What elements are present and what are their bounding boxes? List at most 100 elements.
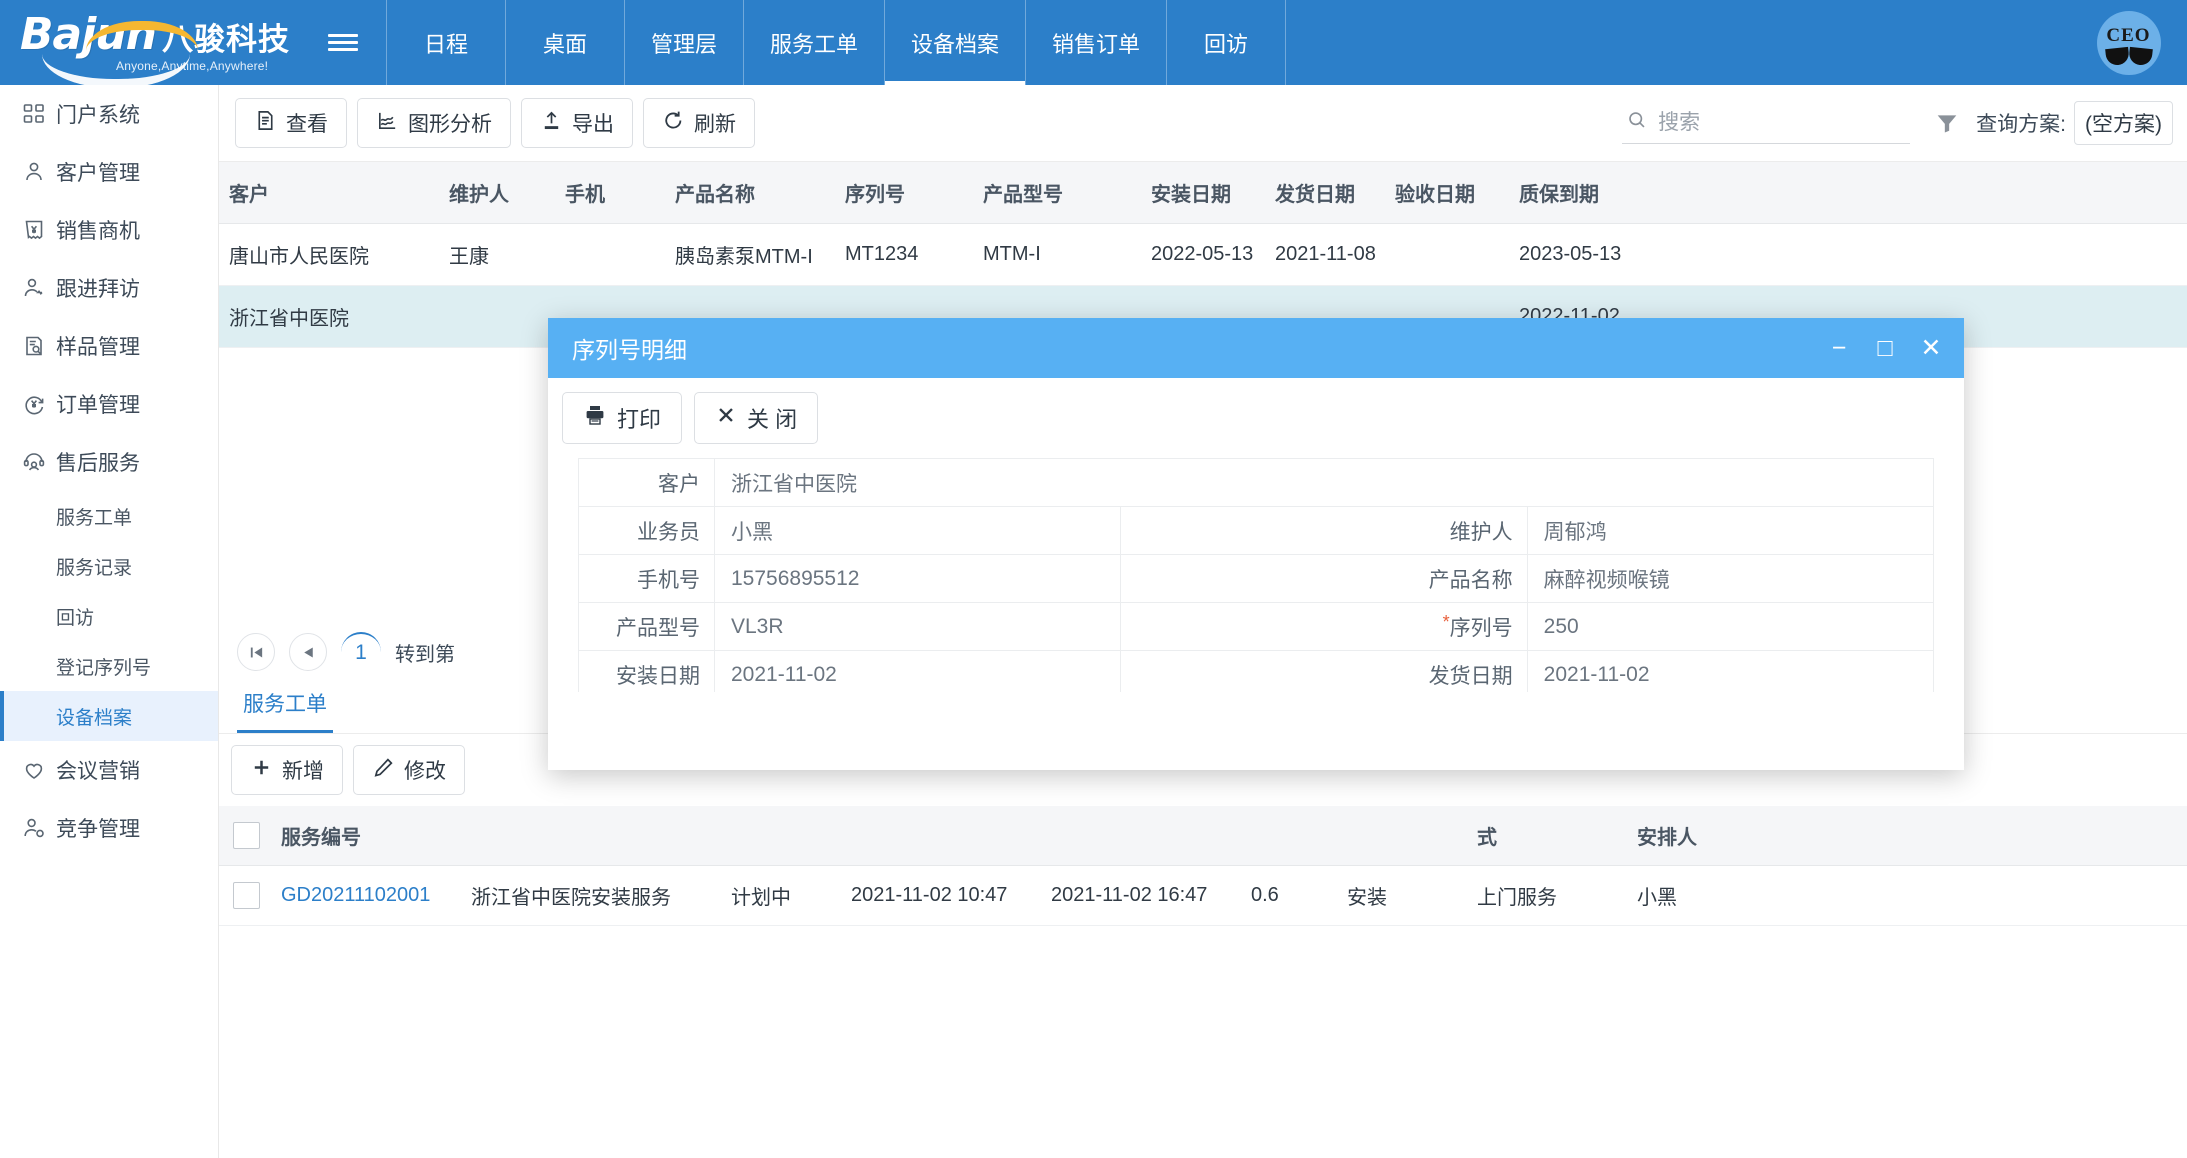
- tab-label: 服务工单: [243, 693, 327, 716]
- sidebar-subitem-equipment-archive[interactable]: 设备档案: [0, 691, 218, 741]
- nav-tab-xiaoshoudingdan[interactable]: 销售订单: [1025, 0, 1166, 85]
- form-row: 产品型号 VL3R *序列号 250: [578, 602, 1935, 651]
- minimize-icon[interactable]: −: [1816, 325, 1862, 371]
- nav-tab-richeng[interactable]: 日程: [386, 0, 505, 85]
- user-follow-icon: [22, 276, 56, 300]
- prev-page-icon[interactable]: [289, 633, 327, 671]
- sidebar-item-label: 跟进拜访: [56, 278, 140, 301]
- nav-tab-guanliceng[interactable]: 管理层: [624, 0, 743, 85]
- maximize-icon[interactable]: □: [1862, 325, 1908, 371]
- select-all-checkbox[interactable]: [232, 822, 260, 849]
- column-header-arranger[interactable]: 安排人: [1629, 821, 1759, 850]
- sidebar-subitem-service-record[interactable]: 服务记录: [0, 541, 218, 591]
- search-box[interactable]: [1622, 102, 1911, 144]
- value-product-model[interactable]: VL3R: [713, 602, 1122, 651]
- column-header-customer[interactable]: 客户: [219, 178, 441, 207]
- sidebar-item-orders[interactable]: 订单管理: [0, 375, 218, 433]
- form-row: 安装日期 2021-11-02 发货日期 2021-11-02: [578, 650, 1935, 692]
- column-header-maintainer[interactable]: 维护人: [441, 178, 557, 207]
- first-page-icon[interactable]: [237, 633, 275, 671]
- query-scheme-label: 查询方案:: [1976, 113, 2066, 136]
- view-button[interactable]: 查看: [235, 98, 347, 148]
- avatar-label: CEO: [2106, 25, 2151, 46]
- refresh-button[interactable]: 刷新: [643, 98, 755, 148]
- brand-logo[interactable]: Bajun 八骏科技 Anyone,Anytime,Anywhere!: [0, 0, 300, 88]
- column-header-ship-date[interactable]: 发货日期: [1267, 178, 1387, 207]
- edit-button[interactable]: 修改: [353, 745, 465, 795]
- label-serial-no: *序列号: [1120, 602, 1528, 651]
- nav-tab-label: 销售订单: [1052, 31, 1141, 57]
- sidebar-item-competition[interactable]: 竞争管理: [0, 799, 218, 857]
- top-nav-tabs: 日程 桌面 管理层 服务工单 设备档案 销售订单 回访: [386, 0, 2070, 85]
- cell-service-title: 浙江省中医院安装服务: [471, 887, 671, 909]
- value-serial-no[interactable]: 250: [1526, 602, 1935, 651]
- brand-tagline: Anyone,Anytime,Anywhere!: [116, 59, 269, 73]
- export-button[interactable]: 导出: [521, 98, 633, 148]
- column-header-serial-no[interactable]: 序列号: [837, 178, 975, 207]
- value-install-date[interactable]: 2021-11-02: [713, 650, 1122, 692]
- table-row[interactable]: GD20211102001 浙江省中医院安装服务 计划中 2021-11-02 …: [219, 866, 2187, 926]
- hamburger-menu-icon[interactable]: [300, 0, 386, 85]
- close-x-icon: [715, 404, 737, 432]
- column-header-product-name[interactable]: 产品名称: [667, 178, 837, 207]
- cell-service-no-link[interactable]: GD20211102001: [273, 884, 463, 907]
- search-input[interactable]: [1658, 110, 1907, 135]
- sidebar-subitem-label: 登记序列号: [56, 657, 152, 679]
- nav-tab-zhuomian[interactable]: 桌面: [505, 0, 624, 85]
- nav-tab-fuwugongdan[interactable]: 服务工单: [743, 0, 884, 85]
- nav-tab-shebeidangan[interactable]: 设备档案: [884, 0, 1026, 85]
- close-icon[interactable]: ✕: [1908, 325, 1954, 371]
- hamburger-line: [328, 41, 358, 44]
- close-button-label: 关 闭: [747, 407, 798, 432]
- column-header-warranty-date[interactable]: 质保到期: [1511, 178, 1661, 207]
- sidebar-item-followup[interactable]: 跟进拜访: [0, 259, 218, 317]
- table-row[interactable]: 唐山市人民医院 王康 胰岛素泵MTM-I MT1234 MTM-I 2022-0…: [219, 224, 2187, 286]
- funnel-icon[interactable]: [1934, 110, 1960, 136]
- sidebar-item-customers[interactable]: 客户管理: [0, 143, 218, 201]
- chart-analysis-label: 图形分析: [408, 113, 492, 136]
- add-button[interactable]: 新增: [231, 745, 343, 795]
- column-header-install-date[interactable]: 安装日期: [1143, 178, 1267, 207]
- sidebar-item-opportunities[interactable]: 销售商机: [0, 201, 218, 259]
- row-checkbox[interactable]: [232, 882, 260, 909]
- sidebar-item-label: 客户管理: [56, 162, 140, 185]
- user-vs-icon: [22, 816, 56, 840]
- column-header-service-no[interactable]: 服务编号: [273, 821, 463, 850]
- value-ship-date[interactable]: 2021-11-02: [1526, 650, 1935, 692]
- value-product-name[interactable]: 麻醉视频喉镜: [1526, 554, 1935, 603]
- nav-tab-huifang[interactable]: 回访: [1166, 0, 1285, 85]
- chart-analysis-button[interactable]: 图形分析: [357, 98, 511, 148]
- doc-search-icon: [22, 334, 56, 358]
- sidebar: 门户系统 客户管理 销售商机 跟进拜访 样品管理 订单管理 售后服务 服务工单 …: [0, 85, 219, 1158]
- close-button[interactable]: 关 闭: [694, 392, 819, 444]
- value-mobile[interactable]: 15756895512: [713, 554, 1122, 603]
- cell-customer: 浙江省中医院: [229, 308, 349, 330]
- value-salesperson[interactable]: 小黑: [713, 506, 1122, 555]
- sidebar-subitem-service-order[interactable]: 服务工单: [0, 491, 218, 541]
- sidebar-item-portal[interactable]: 门户系统: [0, 85, 218, 143]
- column-header-product-model[interactable]: 产品型号: [975, 178, 1143, 207]
- sidebar-item-aftersales[interactable]: 售后服务: [0, 433, 218, 491]
- cell-start-time: 2021-11-02 10:47: [851, 884, 1008, 906]
- value-customer[interactable]: 浙江省中医院: [714, 458, 1934, 507]
- sidebar-item-meeting-marketing[interactable]: 会议营销: [0, 741, 218, 799]
- print-button[interactable]: 打印: [562, 392, 683, 444]
- sidebar-subitem-revisit[interactable]: 回访: [0, 591, 218, 641]
- dialog-title-bar[interactable]: 序列号明细 − □ ✕: [548, 318, 1964, 378]
- column-header-accept-date[interactable]: 验收日期: [1387, 178, 1511, 207]
- current-page[interactable]: 1: [341, 632, 381, 672]
- label-install-date: 安装日期: [578, 650, 715, 692]
- tab-service-order[interactable]: 服务工单: [237, 688, 333, 733]
- column-header-service-type[interactable]: 式: [1469, 821, 1629, 850]
- sidebar-subitem-register-serial[interactable]: 登记序列号: [0, 641, 218, 691]
- avatar[interactable]: CEO: [2096, 10, 2161, 75]
- column-header-mobile[interactable]: 手机: [557, 178, 667, 207]
- query-scheme-select[interactable]: (空方案): [2074, 101, 2173, 145]
- cell-service-mode: 上门服务: [1477, 887, 1557, 909]
- add-button-label: 新增: [282, 760, 324, 783]
- sidebar-item-samples[interactable]: 样品管理: [0, 317, 218, 375]
- refresh-button-label: 刷新: [694, 113, 736, 136]
- print-button-label: 打印: [617, 407, 662, 432]
- cell-product-name: 胰岛素泵MTM-I: [675, 246, 813, 268]
- value-maintainer[interactable]: 周郁鸿: [1526, 506, 1935, 555]
